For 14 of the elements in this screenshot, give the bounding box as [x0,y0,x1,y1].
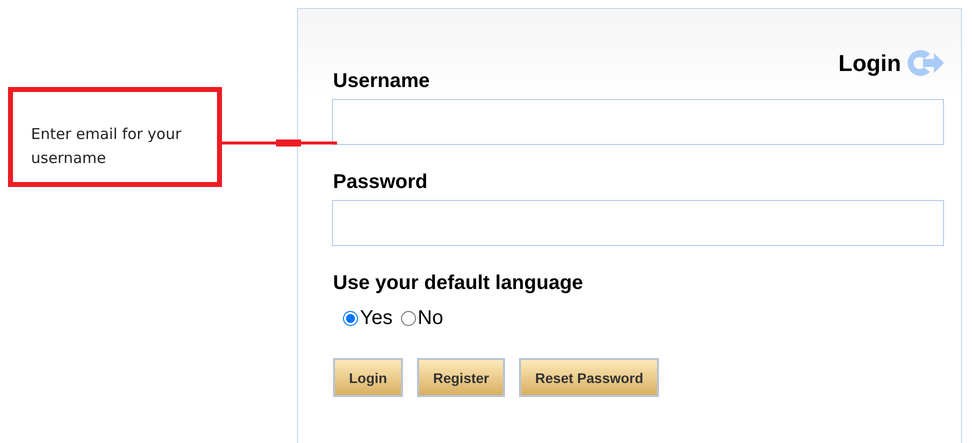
form-button[interactable]: Register [417,358,506,397]
language-option[interactable]: No [400,307,444,330]
login-title: Login [838,50,901,76]
field-label: Password [333,170,428,194]
form-button[interactable]: Login [333,358,404,397]
username-field[interactable] [332,99,944,145]
language-label: Use your default language [333,271,584,295]
form-button[interactable]: Reset Password [519,358,660,397]
radio-button[interactable] [400,311,416,326]
field-label: Username [333,69,431,93]
password-field[interactable] [332,200,944,246]
language-option[interactable]: Yes [343,307,393,330]
callout-text: Enter email for your username [31,125,182,167]
radio-button[interactable] [343,311,358,326]
